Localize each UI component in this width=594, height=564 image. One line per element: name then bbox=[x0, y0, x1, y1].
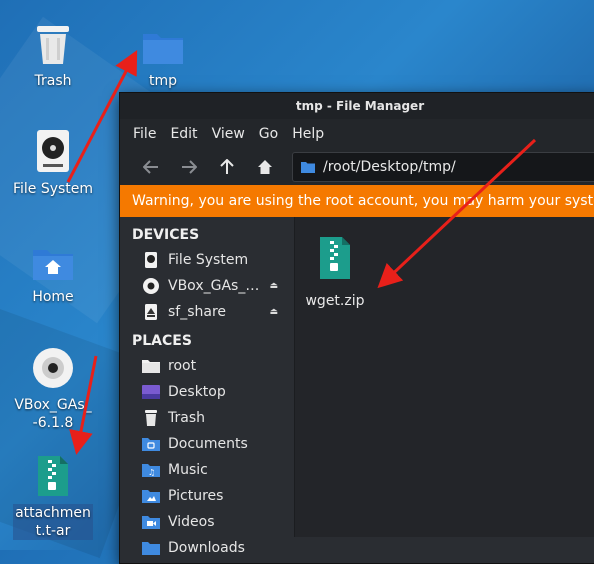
sidebar-item-music[interactable]: ♫ Music bbox=[120, 457, 294, 483]
sidebar-item-label: Desktop bbox=[168, 384, 226, 400]
file-view[interactable]: wget.zip bbox=[295, 217, 594, 537]
file-item[interactable]: wget.zip bbox=[303, 235, 367, 309]
sidebar-item-label: sf_share bbox=[168, 304, 227, 320]
sidebar-item-label: VBox_GAs_… bbox=[168, 278, 260, 294]
sidebar-item-videos[interactable]: Videos bbox=[120, 509, 294, 535]
sidebar-item-label: root bbox=[168, 358, 197, 374]
network-drive-icon bbox=[145, 304, 157, 320]
sidebar-item-sf-share[interactable]: sf_share ⏏ bbox=[120, 299, 294, 325]
desktop-icon-tmp[interactable]: tmp bbox=[113, 16, 213, 90]
archive-icon bbox=[38, 456, 68, 496]
devices-heading: DEVICES bbox=[132, 227, 200, 243]
desktop-icon-home[interactable]: Home bbox=[3, 232, 103, 306]
trash-icon bbox=[37, 26, 69, 64]
arrow-right-icon bbox=[182, 160, 197, 174]
window-title: tmp - File Manager bbox=[120, 93, 594, 119]
drive-icon bbox=[37, 130, 69, 172]
sidebar-item-label: Pictures bbox=[168, 488, 224, 504]
desktop-icon-label: Trash bbox=[34, 73, 72, 89]
eject-icon[interactable]: ⏏ bbox=[269, 281, 278, 291]
menu-view[interactable]: View bbox=[205, 126, 252, 142]
sidebar-item-label: Music bbox=[168, 462, 208, 478]
home-button[interactable] bbox=[246, 152, 284, 182]
file-name: wget.zip bbox=[305, 293, 365, 309]
places-heading: PLACES bbox=[132, 333, 192, 349]
trash-icon bbox=[145, 410, 157, 426]
sidebar-item-file-system[interactable]: File System bbox=[120, 247, 294, 273]
desktop-icon-label: File System bbox=[12, 181, 94, 197]
location-bar[interactable]: /root/Desktop/tmp/ bbox=[292, 152, 594, 182]
arrow-up-icon bbox=[220, 159, 234, 174]
home-icon bbox=[258, 160, 272, 174]
sidebar-item-documents[interactable]: Documents bbox=[120, 431, 294, 457]
sidebar-item-label: Downloads bbox=[168, 540, 245, 556]
sidebar-item-desktop[interactable]: Desktop bbox=[120, 379, 294, 405]
music-folder-icon: ♫ bbox=[142, 464, 160, 477]
downloads-folder-icon bbox=[142, 542, 160, 555]
desktop-icon-label: Home bbox=[32, 289, 74, 305]
desktop-icon-vbox-gas[interactable]: VBox_GAs_-6.1.8 bbox=[3, 340, 103, 432]
back-button[interactable] bbox=[132, 152, 170, 182]
pictures-folder-icon bbox=[142, 490, 160, 503]
optical-disc-icon bbox=[143, 278, 159, 294]
sidebar-item-root[interactable]: root bbox=[120, 353, 294, 379]
toolbar: /root/Desktop/tmp/ bbox=[120, 149, 594, 185]
sidebar-item-trash[interactable]: Trash bbox=[120, 405, 294, 431]
desktop-icon-label: attachment.t-ar bbox=[13, 504, 93, 540]
archive-icon bbox=[320, 237, 350, 279]
arrow-left-icon bbox=[143, 160, 158, 174]
menu-help[interactable]: Help bbox=[285, 126, 331, 142]
menu-file[interactable]: File bbox=[126, 126, 163, 142]
sidebar-item-label: Documents bbox=[168, 436, 248, 452]
sidebar: DEVICES File System VBox_GAs_… ⏏ sf_shar… bbox=[120, 217, 295, 556]
sidebar-item-downloads[interactable]: Downloads bbox=[120, 535, 294, 561]
folder-icon bbox=[301, 162, 315, 173]
home-folder-icon bbox=[33, 250, 73, 280]
up-button[interactable] bbox=[208, 152, 246, 182]
documents-folder-icon bbox=[142, 438, 160, 451]
menubar: File Edit View Go Help bbox=[120, 119, 594, 149]
desktop-icon bbox=[142, 385, 160, 399]
desktop-icon-label: VBox_GAs_-6.1.8 bbox=[14, 397, 92, 431]
videos-folder-icon bbox=[142, 516, 160, 529]
forward-button[interactable] bbox=[170, 152, 208, 182]
desktop-icon-label: tmp bbox=[148, 73, 177, 89]
desktop-icon-trash[interactable]: Trash bbox=[3, 16, 103, 90]
eject-icon[interactable]: ⏏ bbox=[269, 307, 278, 317]
file-manager-window[interactable]: tmp - File Manager File Edit View Go Hel… bbox=[119, 92, 594, 564]
sidebar-item-label: Trash bbox=[168, 410, 205, 426]
menu-edit[interactable]: Edit bbox=[163, 126, 204, 142]
drive-icon bbox=[145, 252, 157, 268]
svg-text:♫: ♫ bbox=[148, 468, 155, 477]
menu-go[interactable]: Go bbox=[252, 126, 285, 142]
sidebar-item-pictures[interactable]: Pictures bbox=[120, 483, 294, 509]
sidebar-item-label: Videos bbox=[168, 514, 215, 530]
optical-disc-icon bbox=[33, 348, 73, 388]
folder-icon bbox=[143, 34, 183, 64]
location-path: /root/Desktop/tmp/ bbox=[323, 159, 456, 175]
root-warning-banner: Warning, you are using the root account,… bbox=[120, 185, 594, 217]
desktop-icon-file-system[interactable]: File System bbox=[3, 124, 103, 198]
sidebar-item-vbox-gas[interactable]: VBox_GAs_… ⏏ bbox=[120, 273, 294, 299]
desktop-icon-attachment[interactable]: attachment.t-ar bbox=[3, 448, 103, 540]
home-folder-icon bbox=[142, 360, 160, 373]
sidebar-item-label: File System bbox=[168, 252, 249, 268]
